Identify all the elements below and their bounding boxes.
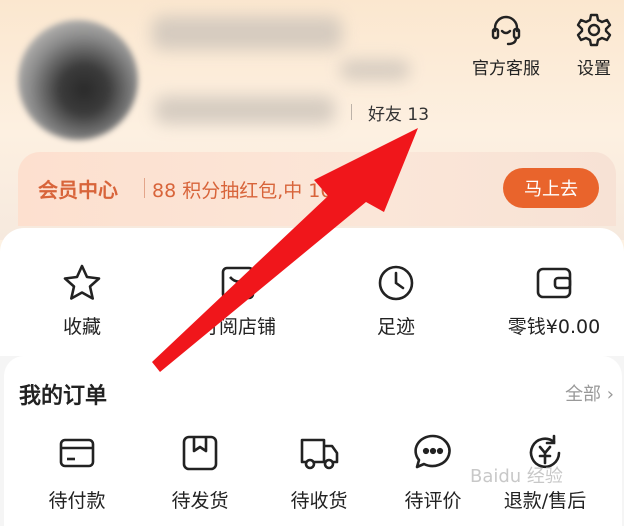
wallet-link[interactable]: 零钱¥0.00 xyxy=(494,262,614,339)
avatar[interactable] xyxy=(18,20,138,140)
blurred-stats xyxy=(155,96,335,124)
gear-icon xyxy=(576,12,612,48)
card-icon xyxy=(56,432,98,474)
orders-section: 我的订单 全部 › 待付款 待发货 待收货 待评价 退款/售后 xyxy=(0,356,624,526)
blurred-username xyxy=(152,16,342,50)
customer-service-label: 官方客服 xyxy=(472,59,540,79)
vip-title: 会员中心 xyxy=(38,178,118,202)
clock-icon xyxy=(375,262,417,304)
all-orders-label: 全部 xyxy=(565,384,602,405)
divider xyxy=(144,178,145,198)
friends-count[interactable]: 好友 13 xyxy=(351,100,430,125)
orders-title: 我的订单 xyxy=(19,384,108,409)
friends-label: 好友 13 xyxy=(368,104,430,125)
settings-label: 设置 xyxy=(577,59,611,79)
pending-receipt-label: 待收货 xyxy=(290,490,348,512)
wallet-label: 零钱¥0.00 xyxy=(507,316,601,338)
favorites-label: 收藏 xyxy=(62,316,101,338)
favorites-link[interactable]: 收藏 xyxy=(22,262,142,339)
box-icon xyxy=(179,432,221,474)
star-icon xyxy=(61,262,103,304)
refund-aftersales-label: 退款/售后 xyxy=(503,490,587,512)
vip-banner[interactable]: 会员中心 88 积分抽红包,中 100% 马上去 xyxy=(18,152,616,226)
footprint-link[interactable]: 足迹 xyxy=(336,262,456,339)
pending-payment-label: 待付款 xyxy=(48,490,106,512)
subscribed-stores-label: 订阅店铺 xyxy=(199,316,276,338)
go-now-button[interactable]: 马上去 xyxy=(503,168,599,208)
settings-button[interactable]: 设置 xyxy=(576,12,612,79)
vip-promo-text: 88 积分抽红包,中 100% xyxy=(152,180,363,202)
watermark-logo: Baidu 经验 xyxy=(470,466,563,487)
quick-links-card: 收藏 订阅店铺 足迹 零钱¥0.00 xyxy=(0,228,624,358)
pending-review-label: 待评价 xyxy=(404,490,462,512)
blurred-user-info xyxy=(340,60,410,80)
divider xyxy=(351,104,352,120)
pending-shipment-button[interactable]: 待发货 xyxy=(145,432,255,513)
footprint-label: 足迹 xyxy=(376,316,415,338)
orders-card: 我的订单 全部 › 待付款 待发货 待收货 待评价 退款/售后 xyxy=(4,356,622,526)
truck-icon xyxy=(298,432,340,474)
pending-receipt-button[interactable]: 待收货 xyxy=(264,432,374,513)
chevron-right-icon: › xyxy=(606,384,614,405)
wallet-icon xyxy=(533,262,575,304)
all-orders-link[interactable]: 全部 › xyxy=(565,380,614,406)
customer-service-button[interactable]: 官方客服 xyxy=(472,12,540,79)
subscribed-stores-link[interactable]: 订阅店铺 xyxy=(178,262,298,339)
pending-payment-button[interactable]: 待付款 xyxy=(22,432,132,513)
chat-icon xyxy=(412,432,454,474)
pending-shipment-label: 待发货 xyxy=(171,490,229,512)
store-icon xyxy=(217,262,259,304)
headset-icon xyxy=(488,12,524,48)
